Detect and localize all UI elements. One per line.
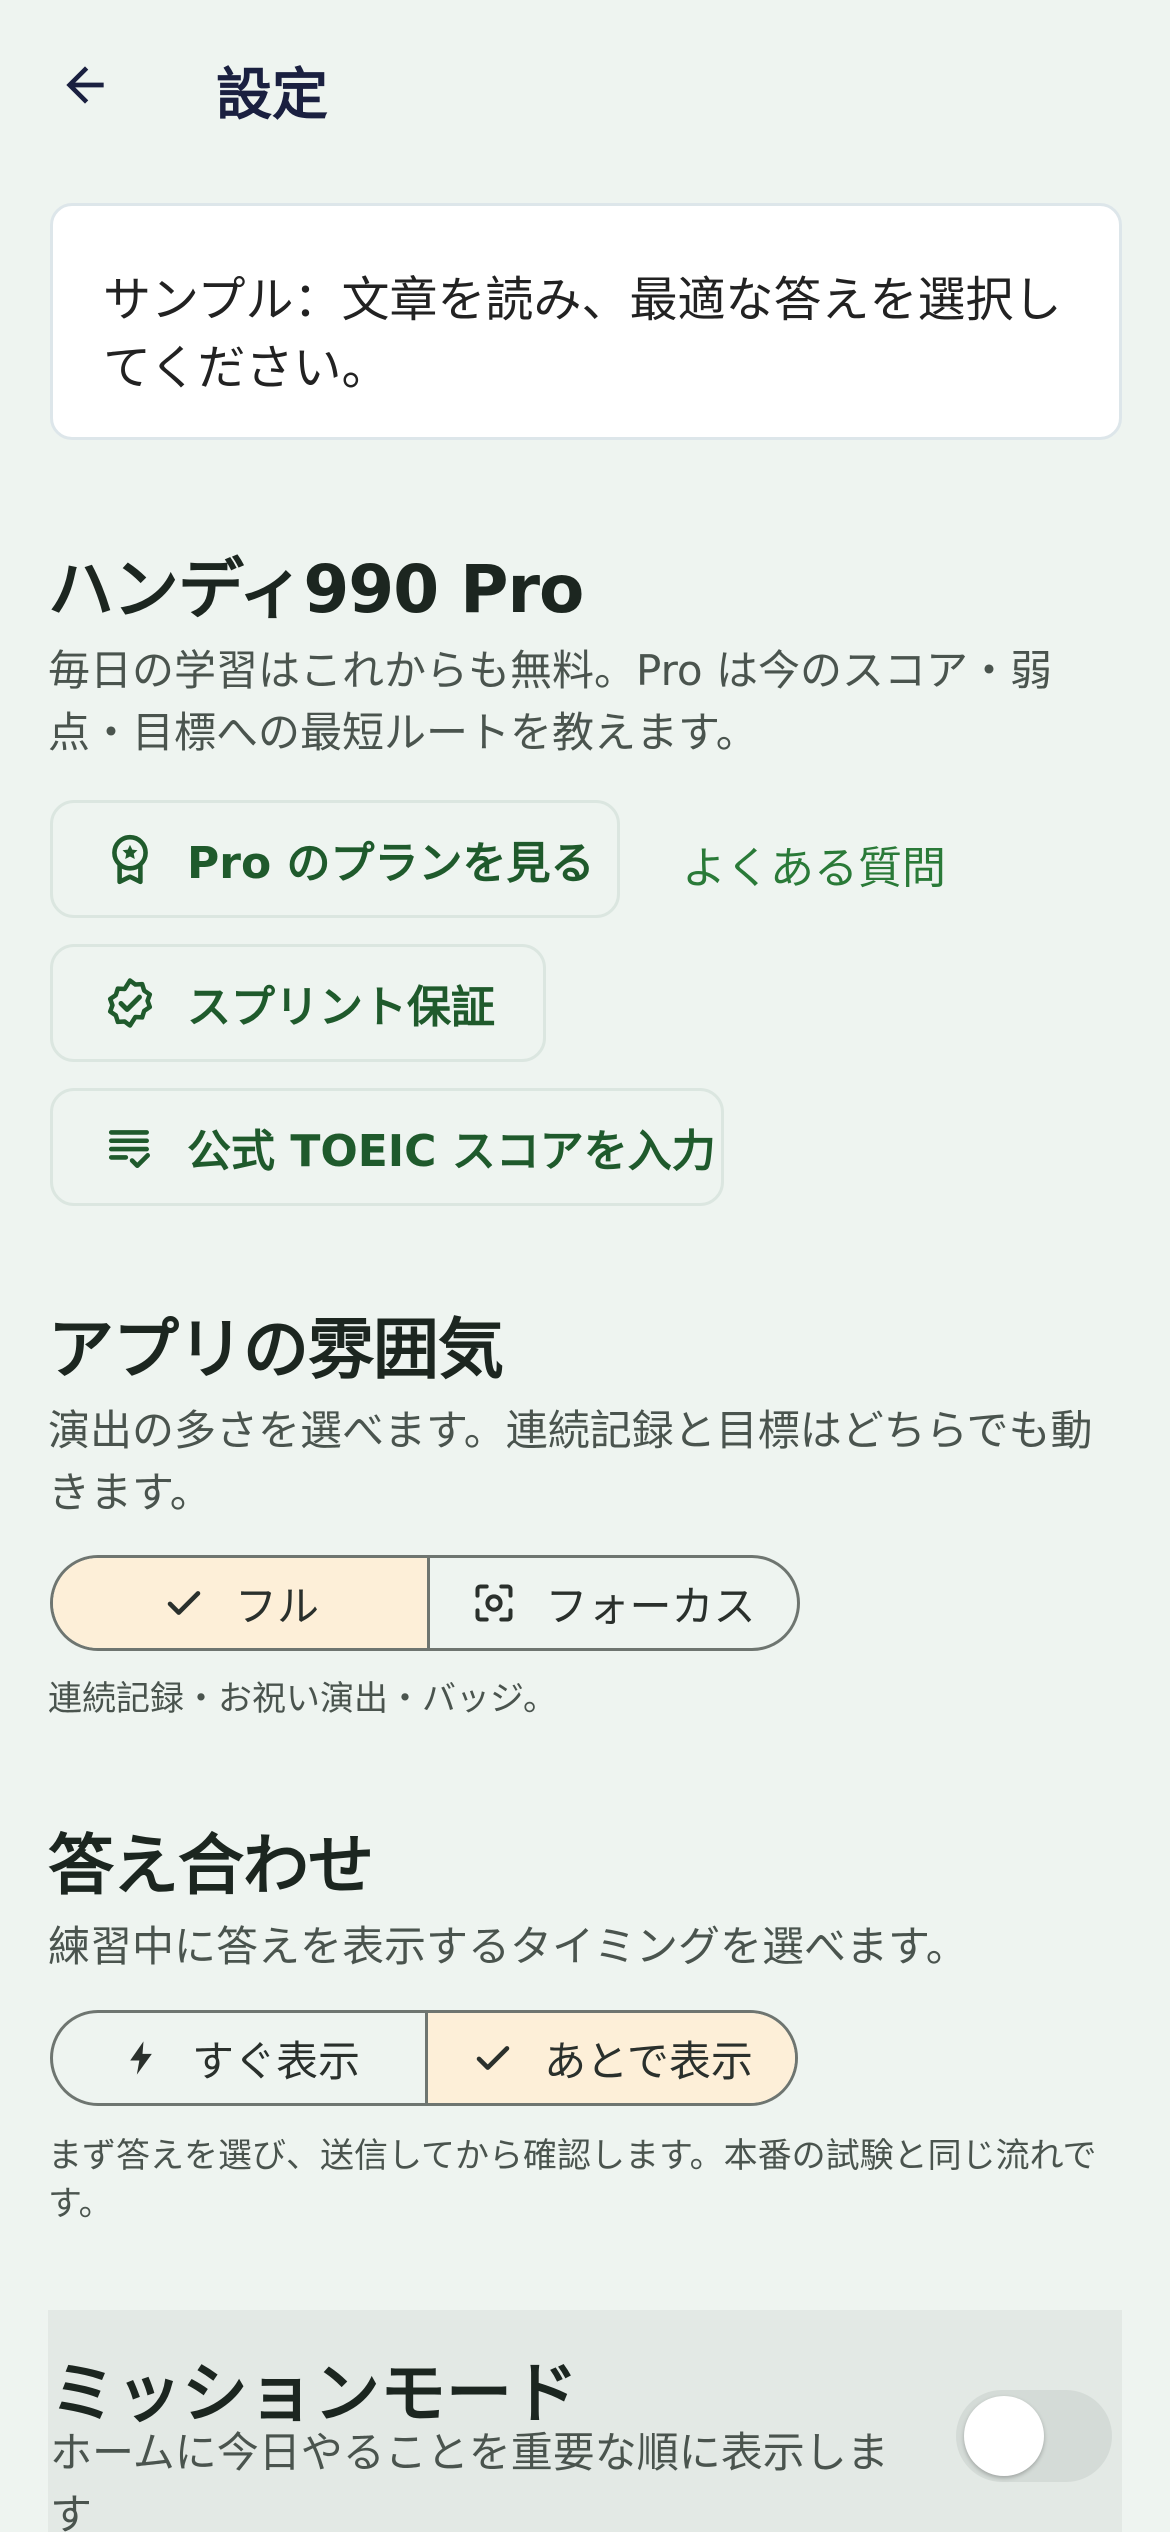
mood-segmented-control: フル フォーカス <box>50 1555 800 1651</box>
back-button[interactable] <box>40 40 130 130</box>
answer-option-immediate-label: すぐ表示 <box>191 2036 360 2086</box>
check-icon <box>470 2035 516 2081</box>
sprint-guarantee-label: スプリント保証 <box>187 982 495 1033</box>
toggle-knob <box>964 2396 1044 2476</box>
pro-section-description: 毎日の学習はこれからも無料。Pro は今のスコア・弱点・目標への最短ルートを教え… <box>48 646 1052 757</box>
back-arrow-icon <box>66 66 104 104</box>
mood-section-description: 演出の多さを選べます。連続記録と目標はどちらでも動きます。 <box>48 1406 1093 1517</box>
focus-icon <box>471 1580 517 1626</box>
sample-preview-card: サンプル：文章を読み、最適な答えを選択してください。 <box>50 203 1122 440</box>
answer-option-immediate[interactable]: すぐ表示 <box>53 2013 425 2103</box>
view-pro-plans-button[interactable]: Pro のプランを見る <box>50 800 620 918</box>
mission-mode-toggle[interactable] <box>956 2390 1112 2482</box>
answers-section-description: 練習中に答えを表示するタイミングを選べます。 <box>48 1922 968 1971</box>
mood-option-focus-label: フォーカス <box>545 1581 756 1631</box>
sample-text: サンプル：文章を読み、最適な答えを選択してください。 <box>103 272 1062 396</box>
mission-mode-description: ホームに今日やることを重要な順に表示します <box>50 2428 889 2532</box>
mood-option-focus[interactable]: フォーカス <box>427 1558 797 1648</box>
top-app-bar: 設定 <box>0 0 1170 180</box>
mission-mode-row: ミッションモード ホームに今日やることを重要な順に表示します <box>48 2310 1122 2532</box>
answer-timing-segmented-control: すぐ表示 あとで表示 <box>50 2010 798 2106</box>
award-badge-icon <box>103 832 157 886</box>
sprint-guarantee-button[interactable]: スプリント保証 <box>50 944 546 1062</box>
mood-option-full-label: フル <box>234 1581 319 1631</box>
mood-option-full[interactable]: フル <box>53 1558 427 1648</box>
answers-section-title: 答え合わせ <box>48 1827 374 1904</box>
answer-option-later[interactable]: あとで表示 <box>425 2013 795 2103</box>
view-pro-plans-label: Pro のプランを見る <box>187 838 595 889</box>
enter-toeic-score-button[interactable]: 公式 TOEIC スコアを入力 <box>50 1088 724 1206</box>
answer-option-later-label: あとで表示 <box>544 2036 753 2086</box>
check-icon <box>161 1580 207 1626</box>
verified-badge-icon <box>103 976 157 1030</box>
enter-toeic-score-label: 公式 TOEIC スコアを入力 <box>187 1126 716 1177</box>
pro-section-title: ハンディ990 Pro <box>48 551 584 628</box>
faq-link[interactable]: よくある質問 <box>682 832 946 896</box>
answer-option-note: まず答えを選び、送信してから確認します。本番の試験と同じ流れです。 <box>48 2136 1097 2224</box>
checklist-icon <box>103 1120 157 1174</box>
mood-option-note: 連続記録・お祝い演出・バッジ。 <box>48 1679 557 1719</box>
bolt-icon <box>118 2035 164 2081</box>
page-title: 設定 <box>216 63 328 128</box>
mood-section-title: アプリの雰囲気 <box>48 1311 504 1388</box>
